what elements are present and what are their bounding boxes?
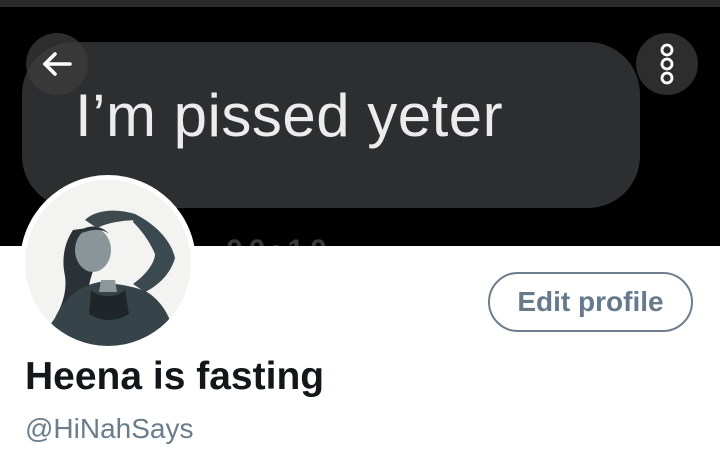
- banner-timestamp-text: 00:10: [226, 238, 356, 246]
- banner-timestamp-partial: 00:10: [226, 238, 356, 246]
- more-vertical-icon: [660, 43, 674, 85]
- more-options-button[interactable]: [636, 33, 698, 95]
- avatar-illustration: [25, 180, 191, 346]
- profile-avatar[interactable]: [20, 175, 196, 351]
- banner-message-text: I’m pissed yeter: [75, 82, 504, 149]
- back-button[interactable]: [26, 33, 88, 95]
- profile-display-name: Heena is fasting: [25, 355, 325, 398]
- profile-handle: @HiNahSays: [25, 413, 194, 444]
- avatar-photo: [25, 180, 191, 346]
- profile-page: I’m pissed yeter 00:10: [0, 0, 720, 465]
- arrow-left-icon: [43, 52, 72, 76]
- edit-profile-button[interactable]: Edit profile: [488, 272, 693, 332]
- status-bar-strip: [0, 0, 720, 7]
